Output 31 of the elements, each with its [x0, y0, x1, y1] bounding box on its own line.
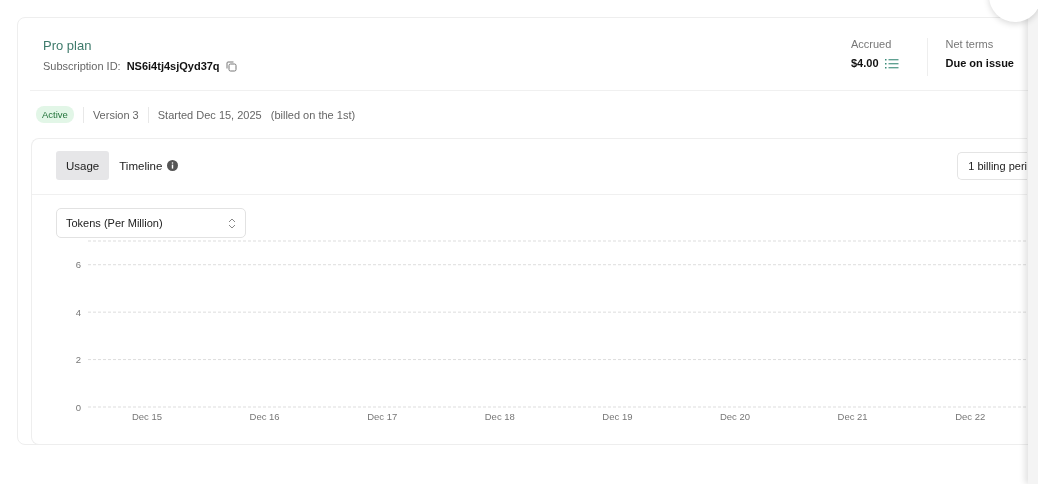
tab[interactable]: Timeline [109, 151, 173, 180]
x-tick-label: Dec 22 [955, 411, 986, 422]
copy-icon[interactable] [225, 60, 237, 72]
x-tick-label: Dec 15 [131, 411, 163, 422]
tab[interactable]: Usage [56, 151, 110, 180]
summary-value: $4.00 [851, 57, 879, 69]
x-tick-label: Dec 17 [367, 411, 398, 422]
summary-label: Accrued [851, 38, 893, 50]
y-tick-label: 4 [75, 306, 81, 318]
x-tick-label: Dec 18 [484, 411, 515, 422]
summary-value: Due on issue [945, 57, 1014, 69]
x-tick-label: Dec 20 [719, 411, 751, 422]
subscription-id: NS6i4tj4sjQyd37q [126, 60, 220, 72]
version-text: Version 3 [92, 108, 139, 121]
summary-label: Net terms [945, 38, 995, 50]
x-tick-label: Dec 19 [602, 411, 633, 422]
subscription-label: Subscription ID: [43, 60, 121, 72]
metric-select[interactable]: Tokens (Per Million) [56, 208, 246, 238]
x-tick-label: Dec 21 [837, 411, 868, 422]
plan-title: Pro plan [43, 38, 93, 53]
x-tick-label: Dec 16 [249, 411, 280, 422]
chevron-icon [228, 217, 236, 229]
billing-note: (billed on the 1st) [270, 108, 356, 121]
status-badge: Active [36, 106, 74, 123]
y-tick-label: 6 [75, 259, 81, 271]
list-icon[interactable] [884, 57, 899, 69]
start-date: Started Dec 15, 2025 [157, 108, 262, 121]
period-button[interactable]: 1 billing peri [957, 151, 1027, 180]
y-tick-label: 0 [75, 401, 81, 413]
info-icon[interactable] [167, 160, 179, 171]
y-tick-label: 2 [75, 354, 81, 366]
